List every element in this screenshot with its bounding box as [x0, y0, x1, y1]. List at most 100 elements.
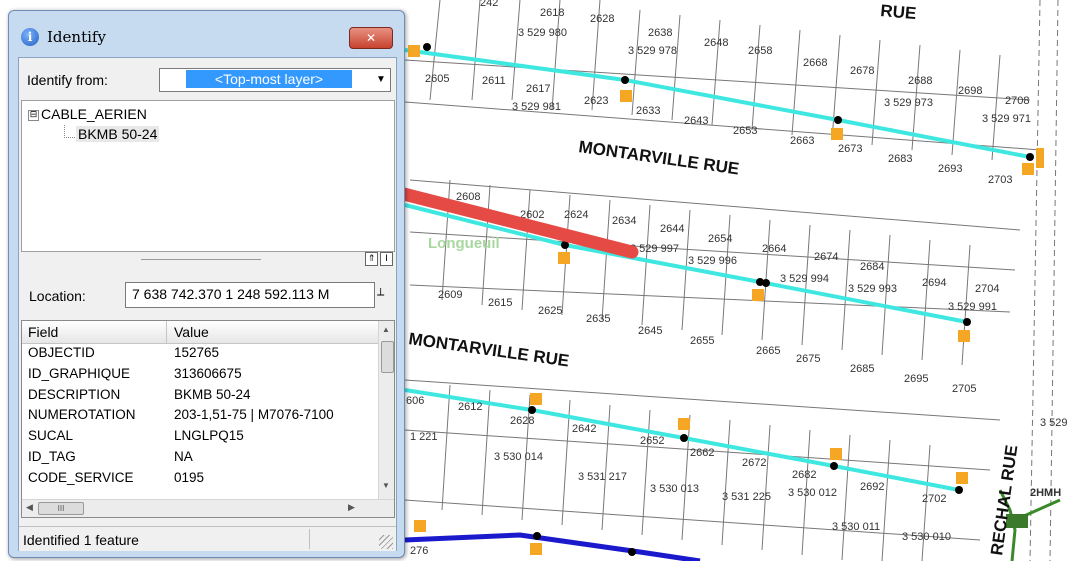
splitter[interactable]: ⇑ I	[21, 251, 393, 267]
civic-number: 276	[410, 545, 428, 557]
horizontal-scrollbar[interactable]: ◀ III ▶	[22, 499, 394, 517]
window-body: Identify from: <Top-most layer> ▼ ⊟ CABL…	[18, 57, 397, 551]
identify-window[interactable]: i Identify ✕ Identify from: <Top-most la…	[8, 10, 405, 558]
civic-number: 2645	[638, 325, 662, 337]
collapse-icon[interactable]: ⊟	[28, 110, 39, 121]
lot-number: 3 530 011	[832, 521, 880, 533]
civic-number: 2652	[640, 435, 664, 447]
civic-number: 2684	[860, 261, 884, 273]
civic-number: 2638	[648, 27, 672, 39]
civic-number: 2702	[922, 493, 946, 505]
scroll-down-icon[interactable]: ▼	[382, 481, 390, 490]
info-icon: i	[21, 28, 39, 46]
civic-number: 2692	[860, 481, 884, 493]
field-cell: NUMEROTATION	[28, 407, 136, 423]
lot-number: 3 529 978	[628, 45, 677, 57]
coordinate-menu-icon[interactable]: ⟂	[377, 286, 384, 299]
lot-number: 3 529 991	[948, 301, 997, 313]
fiber-line	[404, 532, 701, 561]
value-cell: 313606675	[174, 365, 242, 381]
civic-number: 2625	[538, 305, 562, 317]
expand-icon[interactable]: ⇑	[365, 252, 378, 266]
civic-number: 2634	[612, 215, 636, 227]
tree-connector	[64, 125, 75, 138]
tree-layer-node[interactable]: CABLE_AERIEN	[41, 106, 147, 122]
table-row[interactable]: NUMEROTATION 203-1,51-75 | M7076-7100	[22, 405, 378, 426]
civic-number: 2633	[636, 105, 660, 117]
civic-number: 2618	[540, 7, 564, 19]
field-column-header[interactable]: Field	[28, 324, 58, 340]
civic-number: 2608	[456, 191, 480, 203]
lot-number: 3 529 980	[518, 27, 567, 39]
table-row[interactable]: CODE_SERVICE 0195	[22, 468, 378, 489]
civic-number: 2685	[850, 363, 874, 375]
street-label: MONTARVILLE RUE	[577, 137, 740, 178]
layer-dropdown[interactable]: <Top-most layer> ▼	[159, 68, 391, 92]
civic-number: 2673	[838, 143, 862, 155]
lot-number: 3 529 993	[848, 283, 897, 295]
field-cell: ID_TAG	[28, 448, 76, 464]
civic-number: 2644	[660, 223, 684, 235]
scroll-up-icon[interactable]: ▲	[382, 325, 390, 334]
field-cell: SUCAL	[28, 428, 74, 444]
scroll-thumb[interactable]: III	[38, 502, 84, 515]
lot-number: 3 529 994	[780, 273, 829, 285]
street-label: RUE	[880, 1, 917, 23]
civic-number: 2665	[756, 345, 780, 357]
location-field[interactable]: 7 638 742.370 1 248 592.113 M	[125, 282, 375, 308]
civic-number: 2643	[684, 115, 708, 127]
civic-number: 2617	[526, 83, 550, 95]
civic-number: 2693	[938, 163, 962, 175]
lot-number: 1 221	[410, 431, 438, 443]
lot-number: 3 531 225	[722, 491, 771, 503]
civic-number: 2648	[704, 37, 728, 49]
civic-number: 2672	[742, 457, 766, 469]
value-column-header[interactable]: Value	[174, 324, 209, 340]
civic-number: 2635	[586, 313, 610, 325]
civic-number: 2705	[952, 383, 976, 395]
civic-number: 2708	[1005, 95, 1029, 107]
scroll-right-icon[interactable]: ▶	[348, 502, 355, 513]
field-cell: CODE_SERVICE	[28, 469, 134, 485]
table-row[interactable]: SUCAL LNGLPQ15	[22, 426, 378, 447]
close-button[interactable]: ✕	[349, 27, 393, 49]
table-row[interactable]: DESCRIPTION BKMB 50-24	[22, 385, 378, 406]
table-row[interactable]: ID_TAG NA	[22, 447, 378, 468]
civic-number: 2628	[510, 415, 534, 427]
table-row[interactable]: OBJECTID 152765	[22, 343, 378, 364]
status-bar: Identified 1 feature	[19, 526, 396, 551]
cable-lines	[404, 48, 1031, 492]
table-row[interactable]: ID_GRAPHIQUE 313606675	[22, 364, 378, 385]
lot-numbers: 3 529 980 3 529 978 3 529 981 3 529 973 …	[410, 27, 1068, 543]
title-bar[interactable]: i Identify ✕	[9, 11, 404, 61]
value-cell: NA	[174, 448, 193, 464]
attribute-grid[interactable]: Field Value OBJECTID 152765 ID_GRAPHIQUE 3…	[21, 320, 395, 518]
civic-number: 2611	[482, 75, 506, 87]
civic-number: 2653	[733, 125, 757, 137]
civic-number: 2664	[762, 243, 786, 255]
civic-number: 2668	[803, 57, 827, 69]
civic-number: 606	[406, 395, 424, 407]
vertical-scrollbar[interactable]: ▲ ▼	[378, 321, 394, 499]
civic-number: 242	[480, 0, 498, 9]
street-label: RECHAL RUE	[987, 444, 1021, 557]
civic-number: 2628	[590, 13, 614, 25]
tree-feature-node[interactable]: BKMB 50-24	[76, 126, 160, 142]
scroll-thumb[interactable]	[381, 341, 394, 373]
chevron-down-icon[interactable]: ▼	[372, 69, 390, 91]
column-divider[interactable]	[166, 321, 167, 343]
scroll-left-icon[interactable]: ◀	[26, 502, 33, 513]
civic-number: 2704	[975, 283, 999, 295]
lot-number: 3 529 973	[884, 97, 933, 109]
civic-number: 2609	[438, 289, 462, 301]
resize-grip-icon[interactable]	[379, 535, 393, 549]
civic-number: 2658	[748, 45, 772, 57]
identify-from-label: Identify from:	[27, 72, 108, 88]
civic-number: 2675	[796, 353, 820, 365]
civic-number: 2703	[988, 174, 1012, 186]
civic-number: 2674	[814, 251, 838, 263]
results-tree[interactable]: ⊟ CABLE_AERIEN BKMB 50-24	[21, 100, 395, 252]
civic-number: 2655	[690, 335, 714, 347]
value-cell: BKMB 50-24	[174, 386, 251, 402]
info-panel-icon[interactable]: I	[380, 252, 393, 266]
